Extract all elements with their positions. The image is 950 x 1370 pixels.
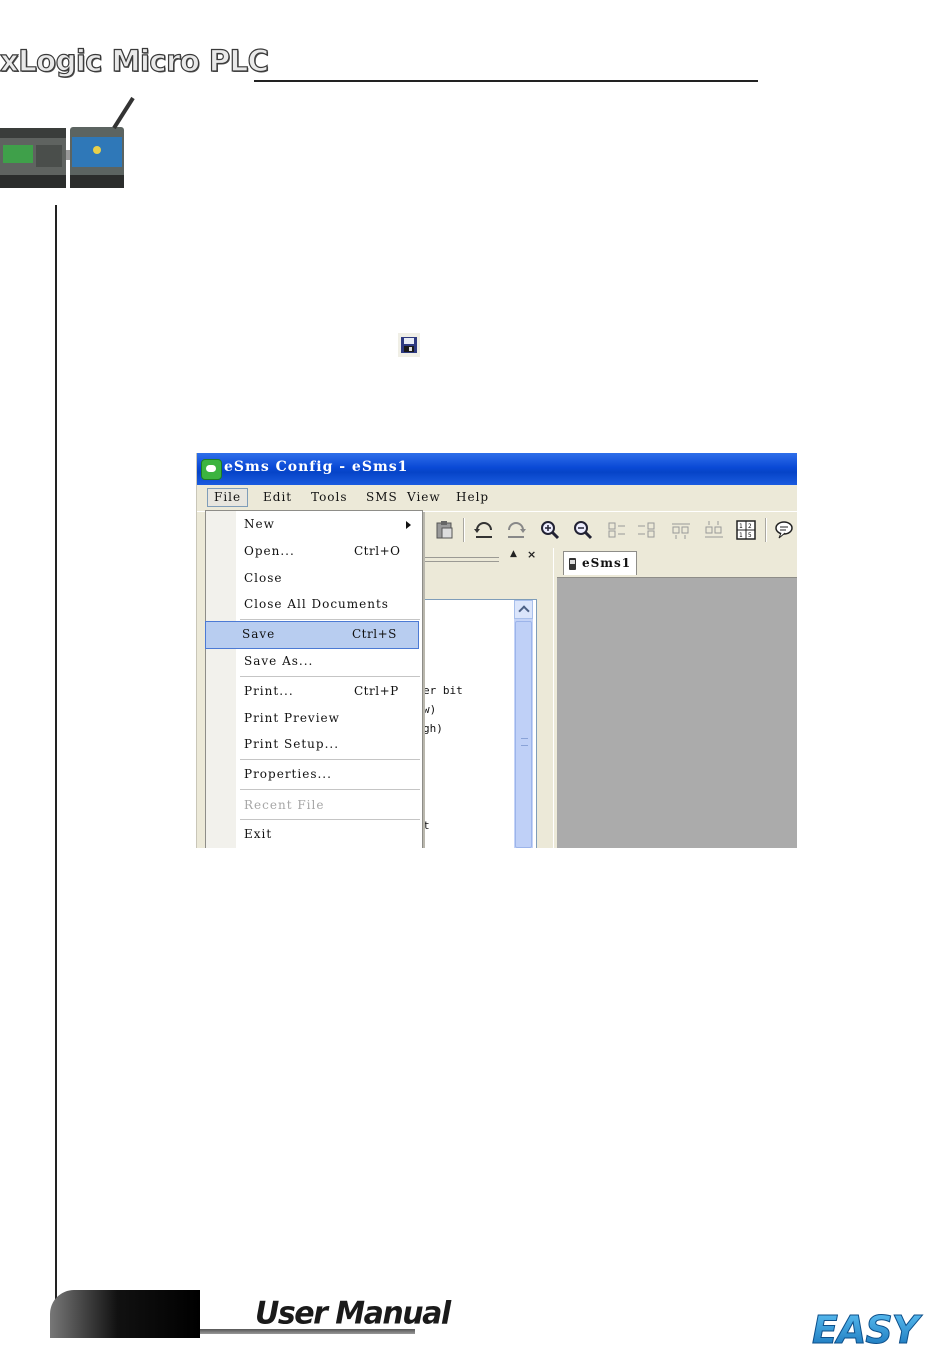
menu-separator bbox=[240, 759, 420, 760]
menu-file[interactable]: File bbox=[207, 488, 249, 507]
menu-item-recent-file: Recent File bbox=[208, 794, 418, 818]
align-right-icon[interactable] bbox=[636, 520, 658, 540]
redo-icon[interactable] bbox=[505, 520, 527, 540]
tree-text-fragment: w) bbox=[423, 703, 437, 716]
menu-item-close[interactable]: Close bbox=[208, 567, 418, 591]
menu-tools[interactable]: Tools bbox=[311, 490, 348, 504]
menu-item-shortcut: Ctrl+S bbox=[352, 627, 397, 641]
document-tab-label: eSms1 bbox=[582, 556, 632, 570]
menu-item-label: Exit bbox=[244, 827, 273, 841]
menu-view[interactable]: View bbox=[407, 490, 441, 504]
pane-grip bbox=[423, 557, 499, 562]
easy-logo: EASY bbox=[812, 1310, 924, 1348]
file-dropdown-menu: New Open... Ctrl+O Close Close All Docum… bbox=[205, 510, 423, 848]
menu-bar: File Edit Tools SMS View Help bbox=[197, 486, 797, 510]
svg-text:1: 1 bbox=[739, 523, 743, 530]
menu-item-label: Print Setup... bbox=[244, 737, 340, 751]
menu-item-close-all[interactable]: Close All Documents bbox=[208, 593, 418, 617]
tree-text-fragment: er bit bbox=[423, 684, 463, 697]
header-rule bbox=[254, 80, 758, 82]
menu-separator bbox=[240, 619, 420, 620]
phone-icon bbox=[569, 558, 576, 570]
message-icon[interactable] bbox=[773, 520, 795, 540]
paste-icon[interactable] bbox=[434, 520, 456, 540]
menu-item-label: Open... bbox=[244, 544, 295, 558]
menu-item-label: Save As... bbox=[244, 654, 314, 668]
menu-help[interactable]: Help bbox=[456, 490, 489, 504]
menu-item-exit[interactable]: Exit bbox=[208, 823, 418, 847]
align-top-icon[interactable] bbox=[670, 520, 692, 540]
save-icon bbox=[398, 333, 420, 357]
esms-app-icon bbox=[201, 459, 222, 480]
svg-text:1: 1 bbox=[739, 532, 743, 539]
menu-item-label: Print... bbox=[244, 684, 294, 698]
vertical-scrollbar[interactable] bbox=[514, 600, 533, 848]
plc-device-image bbox=[0, 96, 135, 188]
menu-item-label: Properties... bbox=[244, 767, 332, 781]
document-pane: eSms1 bbox=[555, 548, 797, 848]
toolbar-separator bbox=[463, 518, 464, 542]
zoom-in-icon[interactable] bbox=[539, 520, 561, 540]
menu-item-label: New bbox=[244, 517, 275, 531]
menu-sms[interactable]: SMS bbox=[366, 490, 398, 504]
menu-item-print-preview[interactable]: Print Preview bbox=[208, 707, 418, 731]
app-window: eSms Config - eSms1 File Edit Tools SMS … bbox=[196, 453, 797, 848]
menu-item-label: Close All Documents bbox=[244, 597, 389, 611]
footer-bar bbox=[50, 1290, 200, 1338]
tree-text-fragment: t bbox=[423, 819, 430, 832]
align-bottom-icon[interactable] bbox=[703, 520, 725, 540]
window-title: eSms Config - eSms1 bbox=[224, 459, 409, 475]
menu-item-new[interactable]: New bbox=[208, 513, 418, 537]
align-left-icon[interactable] bbox=[606, 520, 628, 540]
document-tab[interactable]: eSms1 bbox=[563, 551, 637, 575]
scroll-grip-icon bbox=[521, 738, 528, 746]
close-icon[interactable]: × bbox=[527, 548, 536, 561]
menu-separator bbox=[240, 789, 420, 790]
undo-icon[interactable] bbox=[473, 520, 495, 540]
menu-item-label: Save bbox=[242, 627, 276, 641]
menu-edit[interactable]: Edit bbox=[263, 490, 292, 504]
page-header-title: xLogic Micro PLC bbox=[0, 43, 270, 78]
menu-item-print-setup[interactable]: Print Setup... bbox=[208, 733, 418, 757]
menu-item-label: Print Preview bbox=[244, 711, 340, 725]
svg-text:2: 2 bbox=[748, 523, 752, 530]
menu-item-save[interactable]: Save Ctrl+S bbox=[205, 621, 419, 649]
zoom-out-icon[interactable] bbox=[572, 520, 594, 540]
window-titlebar[interactable]: eSms Config - eSms1 bbox=[197, 453, 797, 485]
menu-item-shortcut: Ctrl+O bbox=[354, 544, 401, 558]
pin-icon[interactable]: ▲ bbox=[510, 549, 517, 559]
scroll-up-button[interactable] bbox=[514, 600, 533, 619]
grid-icon[interactable]: 12 15 bbox=[735, 520, 757, 540]
menu-item-print[interactable]: Print... Ctrl+P bbox=[208, 680, 418, 704]
menu-item-properties[interactable]: Properties... bbox=[208, 763, 418, 787]
menu-item-open[interactable]: Open... Ctrl+O bbox=[208, 540, 418, 564]
menu-item-label: Recent File bbox=[244, 798, 325, 812]
footer-title: User Manual bbox=[255, 1295, 451, 1332]
menu-separator bbox=[240, 676, 420, 677]
document-canvas[interactable] bbox=[557, 577, 797, 848]
menu-separator bbox=[240, 819, 420, 820]
left-margin-rule bbox=[55, 205, 57, 1305]
menu-item-shortcut: Ctrl+P bbox=[354, 684, 399, 698]
menu-item-save-as[interactable]: Save As... bbox=[208, 650, 418, 674]
submenu-arrow-icon bbox=[406, 521, 411, 529]
svg-text:5: 5 bbox=[748, 532, 752, 539]
scroll-thumb[interactable] bbox=[515, 621, 532, 848]
tree-text-fragment: gh) bbox=[423, 722, 443, 735]
toolbar-separator bbox=[765, 518, 766, 542]
menu-item-label: Close bbox=[244, 571, 283, 585]
svg-text:EASY: EASY bbox=[812, 1310, 923, 1348]
